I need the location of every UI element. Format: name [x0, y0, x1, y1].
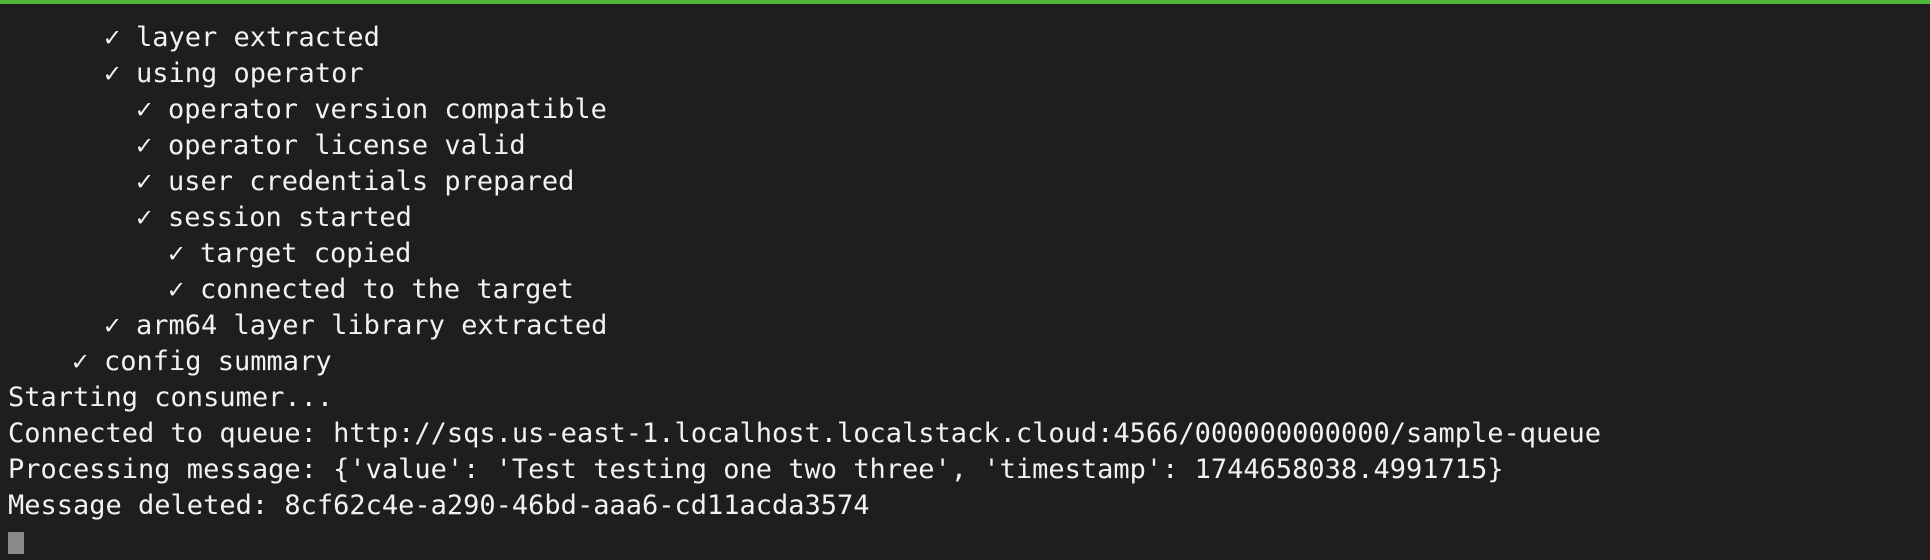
status-line: ✓ operator license valid [8, 128, 1922, 164]
log-line-deleted: Message deleted: 8cf62c4e-a290-46bd-aaa6… [8, 490, 870, 521]
status-line-text: config summary [104, 346, 332, 377]
status-line-text: using operator [136, 58, 364, 89]
status-line-text: target copied [200, 238, 412, 269]
checkmark-icon: ✓ [104, 22, 121, 53]
status-line-text: arm64 layer library extracted [136, 310, 608, 341]
status-line: ✓ layer extracted [8, 20, 1922, 56]
checkmark-icon: ✓ [104, 58, 121, 89]
status-line: ✓ operator version compatible [8, 92, 1922, 128]
status-line: ✓ using operator [8, 56, 1922, 92]
checkmark-icon: ✓ [136, 94, 153, 125]
status-line-text: operator license valid [168, 130, 526, 161]
status-line-text: operator version compatible [168, 94, 607, 125]
status-line-text: layer extracted [136, 22, 380, 53]
log-line-connected: Connected to queue: http://sqs.us-east-1… [8, 418, 1602, 449]
status-line: ✓ target copied [8, 236, 1922, 272]
status-line: ✓ arm64 layer library extracted [8, 308, 1922, 344]
log-line-processing: Processing message: {'value': 'Test test… [8, 454, 1504, 485]
log-line-starting: Starting consumer... [8, 382, 334, 413]
prompt-line[interactable] [8, 524, 1922, 560]
status-line-text: connected to the target [200, 274, 574, 305]
checkmark-icon: ✓ [168, 238, 185, 269]
checkmark-icon: ✓ [136, 130, 153, 161]
checkmark-icon: ✓ [104, 310, 121, 341]
status-line-text: user credentials prepared [168, 166, 575, 197]
checkmark-icon: ✓ [72, 346, 89, 377]
status-line: ✓ connected to the target [8, 272, 1922, 308]
status-line-text: session started [168, 202, 412, 233]
status-line: ✓ config summary [8, 344, 1922, 380]
checkmark-icon: ✓ [136, 202, 153, 233]
status-line: ✓ session started [8, 200, 1922, 236]
terminal-output[interactable]: ✓ layer extracted ✓ using operator ✓ operat… [8, 20, 1922, 560]
checkmark-icon: ✓ [136, 166, 153, 197]
terminal-accent-bar [0, 0, 1930, 4]
terminal-cursor [8, 531, 24, 554]
status-line: ✓ user credentials prepared [8, 164, 1922, 200]
checkmark-icon: ✓ [168, 274, 185, 305]
